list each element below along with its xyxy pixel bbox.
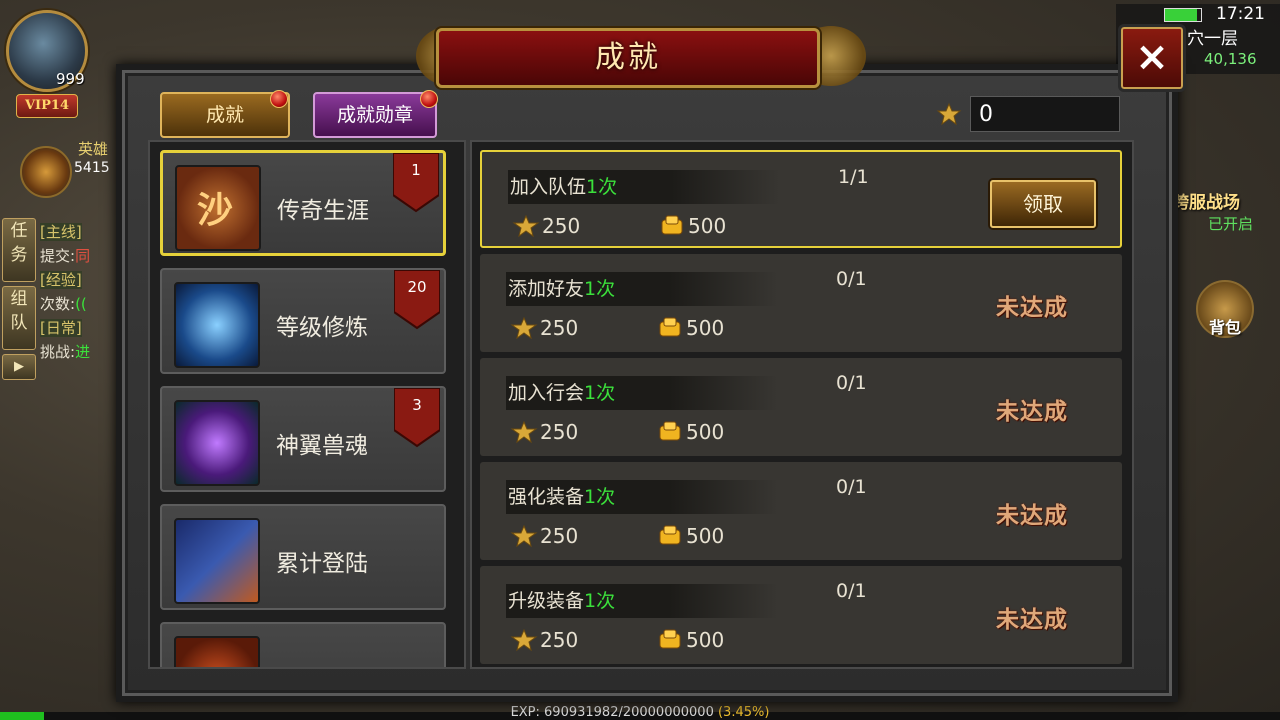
achievement-point-icon — [510, 316, 538, 340]
quest-text: 挑战: — [40, 343, 76, 361]
achievement-row[interactable]: 添加好友1次 0/1 250 500 未达成 — [480, 254, 1122, 352]
achievement-point-icon — [510, 420, 538, 444]
dialog-title: 成就 — [436, 28, 820, 88]
achievement-point-icon — [936, 102, 962, 126]
gold-ingot-icon — [659, 629, 681, 649]
clock: 17:21 — [1216, 4, 1265, 24]
cross-server-status: 已开启 — [1208, 215, 1254, 233]
battery-icon — [1164, 8, 1202, 22]
category-item[interactable]: 累计登陆 — [160, 504, 446, 610]
achievement-progress: 0/1 — [836, 580, 867, 602]
player-level: 999 — [56, 70, 85, 88]
hero-avatar[interactable] — [20, 146, 72, 198]
bag-label: 背包 — [1208, 318, 1241, 337]
not-achieved-status: 未达成 — [996, 294, 1068, 321]
exp-text: EXP: 690931982/20000000000 — [510, 705, 714, 720]
achievement-points-value: 0 — [970, 96, 1120, 132]
level-training-icon — [174, 282, 260, 368]
achievement-name: 升级装备1次 — [506, 584, 778, 618]
tab-team[interactable]: 组队 — [2, 286, 36, 350]
achievement-name: 强化装备1次 — [506, 480, 778, 514]
reward-gold: 500 — [656, 316, 724, 340]
gold-ingot-icon — [661, 215, 683, 235]
achievement-row[interactable]: 强化装备1次 0/1 250 500 未达成 — [480, 462, 1122, 560]
gold-ingot-icon — [659, 317, 681, 337]
notification-dot-icon — [420, 90, 438, 108]
badge-count: 3 — [412, 396, 422, 414]
category-label: 等级修炼 — [276, 315, 368, 341]
gold-ingot-icon — [659, 525, 681, 545]
achievement-progress: 1/1 — [838, 166, 869, 188]
quest-tag: [日常] — [40, 319, 82, 337]
claim-button[interactable]: 领取 — [990, 180, 1096, 228]
reward-points: 250 — [510, 316, 578, 340]
close-button[interactable]: × — [1118, 24, 1186, 92]
quest-text: 次数: — [40, 295, 76, 313]
not-achieved-status: 未达成 — [996, 606, 1068, 633]
achievement-point-icon — [510, 628, 538, 652]
category-list[interactable]: 沙 传奇生涯 1 等级修炼 20 神翼兽魂 3 累计登陆 — [148, 140, 466, 669]
cross-server-label: 跨服战场 — [1172, 193, 1240, 213]
quest-list[interactable]: [主线] 提交:同 [经验] 次数:(( [日常] 挑战:进 — [40, 220, 120, 364]
gold-ingot-icon — [659, 421, 681, 441]
cross-server-button[interactable]: 跨服战场 已开启 — [1172, 188, 1272, 234]
category-label: 累计登陆 — [276, 551, 368, 577]
category-item[interactable] — [160, 622, 446, 667]
achievement-progress: 0/1 — [836, 268, 867, 290]
tab-achievement-medal[interactable]: 成就勋章 — [313, 92, 437, 138]
category-label: 神翼兽魂 — [276, 433, 368, 459]
dialog-title-text: 成就 — [595, 40, 661, 75]
reward-points: 250 — [510, 524, 578, 548]
hero-number: 5415 — [74, 160, 110, 176]
quest-tag: [经验] — [40, 271, 82, 289]
quest-extra: 进 — [75, 343, 91, 361]
achievement-point-icon — [510, 524, 538, 548]
achievement-row[interactable]: 加入队伍1次 1/1 250 500 领取 — [480, 150, 1122, 248]
badge-count: 20 — [407, 278, 427, 296]
quest-extra: 同 — [75, 247, 91, 265]
notification-dot-icon — [270, 90, 288, 108]
quest-extra: (( — [75, 295, 87, 313]
badge-count: 1 — [411, 161, 421, 179]
category-item[interactable]: 神翼兽魂 3 — [160, 386, 446, 492]
reward-points: 250 — [510, 628, 578, 652]
achievement-point-icon — [512, 214, 540, 238]
achievement-progress: 0/1 — [836, 372, 867, 394]
legend-career-icon: 沙 — [175, 165, 261, 251]
not-achieved-status: 未达成 — [996, 398, 1068, 425]
hero-name: 英雄 — [78, 140, 109, 158]
reward-gold: 500 — [656, 628, 724, 652]
achievement-row[interactable]: 升级装备1次 0/1 250 500 未达成 — [480, 566, 1122, 664]
vip-badge[interactable]: VIP14 — [16, 94, 78, 118]
achievement-name: 加入行会1次 — [506, 376, 778, 410]
bag-button[interactable]: 背包 — [1196, 280, 1254, 338]
reward-gold: 500 — [658, 214, 726, 238]
achievement-progress: 0/1 — [836, 476, 867, 498]
cumulative-login-icon — [174, 518, 260, 604]
map-coordinates: 40,136 — [1204, 50, 1257, 68]
reward-gold: 500 — [656, 524, 724, 548]
category-badge: 1 — [392, 152, 440, 213]
category-label: 传奇生涯 — [277, 198, 369, 224]
category-item[interactable]: 沙 传奇生涯 1 — [160, 150, 446, 256]
reward-gold: 500 — [656, 420, 724, 444]
exp-readout: EXP: 690931982/20000000000 (3.45%) — [0, 705, 1280, 720]
wing-beast-soul-icon — [174, 400, 260, 486]
quest-tag: [主线] — [40, 223, 82, 241]
category-badge: 3 — [393, 387, 441, 448]
achievement-row[interactable]: 加入行会1次 0/1 250 500 未达成 — [480, 358, 1122, 456]
category-badge: 20 — [393, 269, 441, 330]
reward-points: 250 — [512, 214, 580, 238]
expand-arrow-icon[interactable]: ▶ — [2, 354, 36, 380]
quest-text: 提交: — [40, 247, 76, 265]
tab-quest[interactable]: 任务 — [2, 218, 36, 282]
achievement-list[interactable]: 加入队伍1次 1/1 250 500 领取 添加好友1次 0/1 250 500… — [470, 140, 1134, 669]
exp-percent: (3.45%) — [717, 705, 770, 720]
category-item[interactable]: 等级修炼 20 — [160, 268, 446, 374]
achievement-name: 加入队伍1次 — [508, 170, 780, 204]
achievement-name: 添加好友1次 — [506, 272, 778, 306]
reward-points: 250 — [510, 420, 578, 444]
not-achieved-status: 未达成 — [996, 502, 1068, 529]
category-icon — [174, 636, 260, 667]
